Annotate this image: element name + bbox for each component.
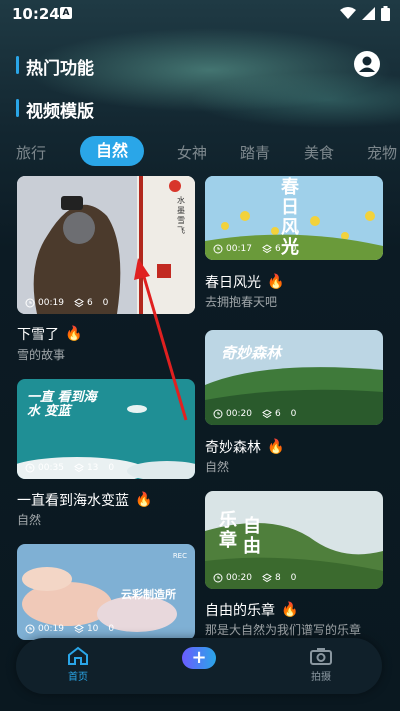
fire-icon: 🔥 bbox=[281, 602, 299, 618]
bottom-nav: 首页 + 拍摄 bbox=[16, 638, 382, 694]
freedom-overlay-a: 乐章 bbox=[219, 510, 237, 551]
fire-icon: 🔥 bbox=[267, 274, 285, 290]
layers-icon bbox=[73, 624, 84, 634]
card-title-spring: 春日风光 🔥 bbox=[205, 274, 285, 291]
status-bar: 10:24 A bbox=[0, 0, 400, 28]
status-time: 10:24 bbox=[12, 5, 60, 23]
system-icons bbox=[340, 6, 390, 21]
card-meta: 00:20 6 0 bbox=[213, 409, 296, 419]
card-meta: 00:35 13 0 bbox=[25, 463, 114, 473]
card-meta: 00:19 6 0 bbox=[25, 298, 108, 308]
clock-icon bbox=[213, 573, 223, 583]
nav-home[interactable]: 首页 bbox=[48, 646, 108, 683]
card-meta: 00:17 6 0 bbox=[213, 244, 296, 254]
wifi-icon bbox=[340, 7, 356, 19]
layers-icon bbox=[73, 298, 84, 308]
forest-overlay-text: 奇妙森林 bbox=[221, 344, 282, 362]
category-tabs: 旅行 自然 女神 踏青 美食 宠物 bbox=[0, 136, 400, 168]
card-sub-freedom: 那是大自然为我们谱写的乐章 bbox=[205, 623, 362, 637]
card-title-freedom: 自由的乐章 🔥 bbox=[205, 602, 299, 619]
template-card-sea[interactable]: 一直 看到海水 变蓝 00:35 13 0 bbox=[17, 379, 195, 479]
cloud-overlay-text: 云彩制造所 bbox=[121, 588, 176, 601]
card-meta: 00:19 10 0 bbox=[25, 624, 114, 634]
camera-icon bbox=[310, 648, 332, 665]
nav-shoot[interactable]: 拍摄 bbox=[291, 646, 351, 683]
template-card-forest[interactable]: 奇妙森林 00:20 6 0 bbox=[205, 330, 383, 425]
home-icon bbox=[68, 646, 88, 665]
video-templates-title: 视频模版 bbox=[16, 97, 94, 122]
card-sub-spring: 去拥抱春天吧 bbox=[205, 295, 278, 309]
nav-home-label: 首页 bbox=[68, 672, 88, 683]
template-card-cloud[interactable]: REC 云彩制造所 00:19 10 0 bbox=[17, 544, 195, 640]
rec-label: REC bbox=[172, 552, 187, 560]
layers-icon bbox=[73, 463, 84, 473]
nav-shoot-label: 拍摄 bbox=[311, 672, 331, 683]
layers-icon bbox=[261, 573, 272, 583]
clock-icon bbox=[213, 409, 223, 419]
user-icon bbox=[354, 51, 380, 77]
card-title-forest: 奇妙森林 🔥 bbox=[205, 439, 285, 456]
battery-icon bbox=[381, 6, 390, 21]
freedom-overlay-b: 自由 bbox=[243, 516, 261, 557]
card-meta: 00:20 8 0 bbox=[213, 573, 296, 583]
notification-icon: A bbox=[60, 7, 72, 19]
tab-pets[interactable]: 宠物 bbox=[367, 142, 397, 163]
layers-icon bbox=[261, 244, 272, 254]
signal-icon bbox=[362, 7, 375, 20]
tab-food[interactable]: 美食 bbox=[304, 142, 334, 163]
tab-travel[interactable]: 旅行 bbox=[16, 142, 46, 163]
card-sub-sea: 自然 bbox=[17, 513, 42, 527]
template-card-snow[interactable]: 水墨雪飞 00:19 6 0 bbox=[17, 176, 195, 314]
sea-overlay-text: 一直 看到海水 变蓝 bbox=[27, 390, 97, 419]
fire-icon: 🔥 bbox=[135, 492, 153, 508]
clock-icon bbox=[25, 298, 35, 308]
clock-icon bbox=[213, 244, 223, 254]
template-card-spring[interactable]: 春日风光 00:17 6 0 bbox=[205, 176, 383, 260]
template-card-freedom[interactable]: 乐章 自由 00:20 8 0 bbox=[205, 491, 383, 589]
clock-icon bbox=[25, 624, 35, 634]
add-button[interactable]: + bbox=[182, 647, 216, 669]
layers-icon bbox=[261, 409, 272, 419]
card-title-snow: 下雪了 🔥 bbox=[17, 326, 83, 343]
card-title-sea: 一直看到海水变蓝 🔥 bbox=[17, 492, 153, 509]
snow-overlay-text: 水墨雪飞 bbox=[177, 196, 185, 235]
tab-outing[interactable]: 踏青 bbox=[240, 142, 270, 163]
tab-goddess[interactable]: 女神 bbox=[177, 142, 207, 163]
hot-features-title: 热门功能 bbox=[16, 54, 94, 79]
fire-icon: 🔥 bbox=[65, 326, 83, 342]
snow-scene-image bbox=[17, 176, 195, 314]
fire-icon: 🔥 bbox=[267, 439, 285, 455]
tab-nature[interactable]: 自然 bbox=[80, 136, 145, 166]
card-sub-forest: 自然 bbox=[205, 460, 230, 474]
card-sub-snow: 雪的故事 bbox=[17, 348, 66, 362]
profile-button[interactable] bbox=[354, 51, 380, 77]
clock-icon bbox=[25, 463, 35, 473]
